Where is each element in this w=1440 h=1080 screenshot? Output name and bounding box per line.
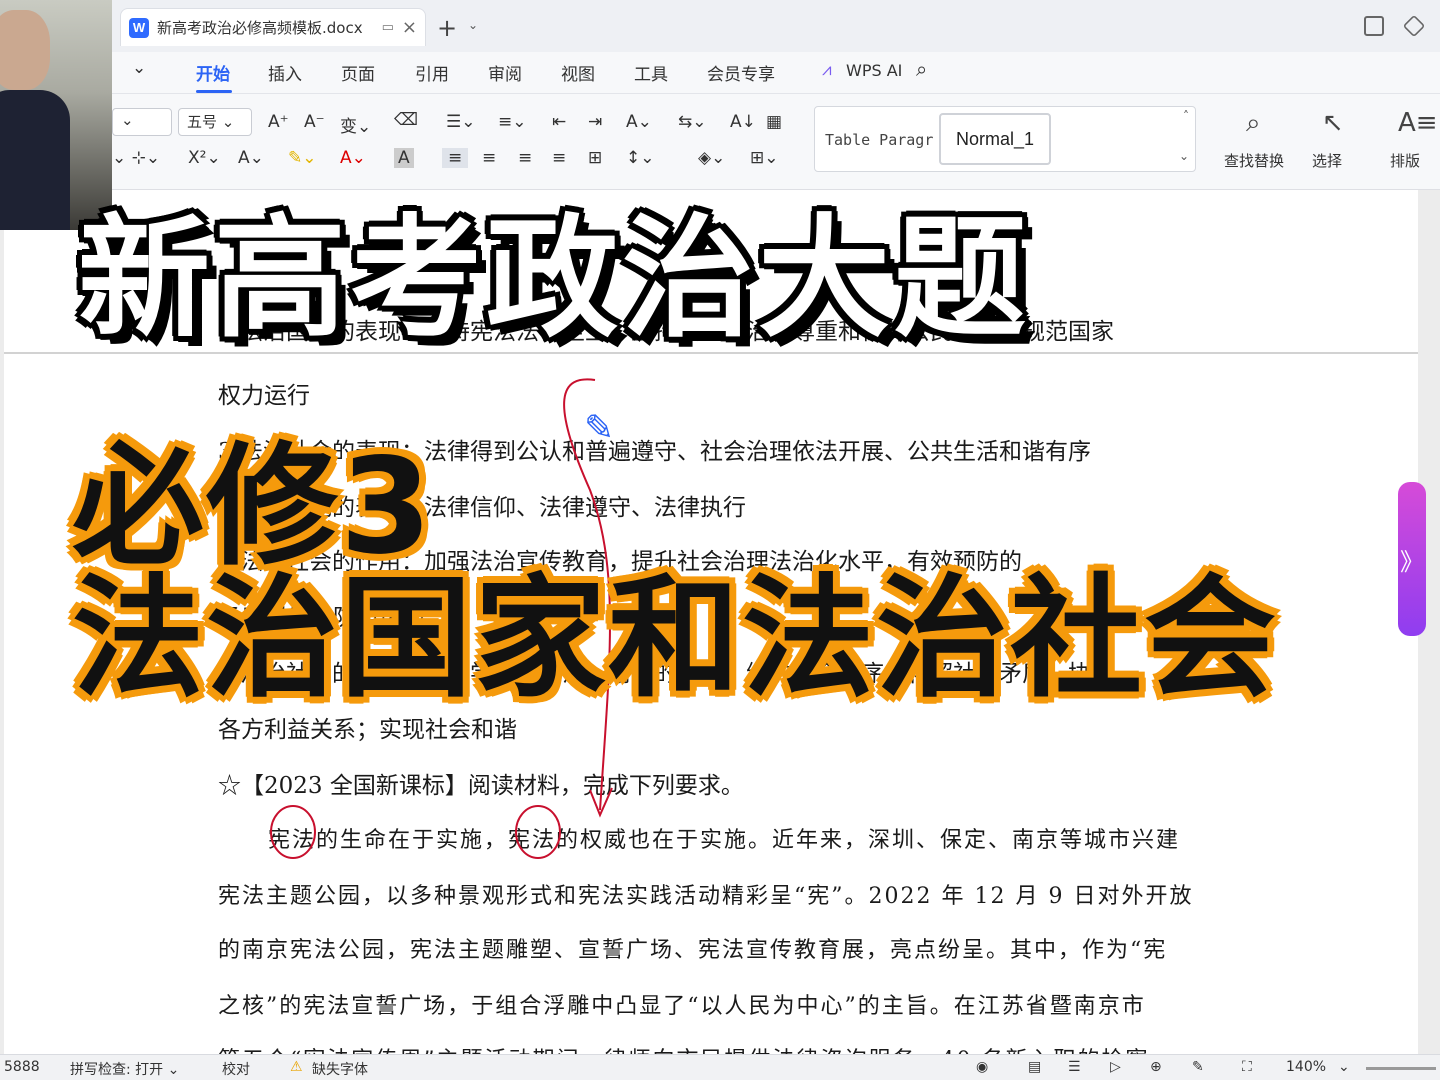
circle-annotation (270, 805, 316, 859)
menu-wps-ai[interactable]: WPS AI (846, 61, 902, 80)
align-left-icon[interactable]: ≡ (442, 148, 469, 168)
style-table-paragraph[interactable]: Table Paragr (825, 131, 933, 149)
line-break-icon[interactable]: ⇆⌄ (678, 112, 707, 132)
font-size-value: 五号 (187, 113, 218, 131)
fit-page-icon[interactable]: ⛶ (1242, 1059, 1252, 1075)
scroll-up-icon[interactable]: ˄ (1183, 109, 1189, 123)
text-effect-icon[interactable]: A⌄ (238, 148, 264, 168)
play-icon[interactable]: ▷ (1110, 1059, 1121, 1075)
font-name-select[interactable]: ⌄ (112, 108, 172, 136)
phonetic-guide-icon[interactable]: 变⌄ (340, 112, 371, 137)
line-spacing-icon[interactable]: ↕⌄ (626, 148, 655, 168)
page-view-icon[interactable]: ▤ (1028, 1059, 1041, 1075)
grow-font-icon[interactable]: A⁺ (268, 112, 289, 132)
zoom-slider[interactable] (1366, 1067, 1436, 1070)
superscript-icon[interactable]: X²⌄ (188, 148, 221, 168)
spell-check-label: 拼写检查: 打开 (70, 1062, 164, 1078)
select-button[interactable]: 选择 (1312, 150, 1342, 171)
proofread-button[interactable]: 校对 (222, 1059, 250, 1079)
missing-font-button[interactable]: 缺失字体 (312, 1059, 368, 1079)
select-cursor-icon[interactable]: ↖ (1322, 108, 1344, 138)
menu-tools[interactable]: 工具 (634, 60, 668, 85)
cube-icon[interactable] (1402, 14, 1426, 38)
find-replace-button[interactable]: 查找替换 (1224, 150, 1284, 171)
menu-review[interactable]: 审阅 (488, 60, 522, 85)
menu-page[interactable]: 页面 (341, 60, 375, 85)
font-color-icon[interactable]: A⌄ (340, 148, 366, 168)
status-bar: 5888 拼写检查: 打开 ⌄ 校对 ⚠ 缺失字体 ◉ ▤ ☰ ▷ ⊕ ✎ ⛶ … (0, 1054, 1440, 1080)
menu-member[interactable]: 会员专享 (707, 60, 775, 85)
title-bar: W 新高考政治必修高频模板.docx ▭ × + ⌄ (0, 0, 1440, 52)
text-direction-icon[interactable]: A⌄ (626, 112, 652, 132)
wps-ai-icon: ⩘ (822, 60, 832, 80)
new-tab-button[interactable]: + (437, 14, 457, 42)
presenter-head (0, 10, 50, 90)
side-panel-tab[interactable]: 》 (1398, 482, 1426, 636)
decrease-indent-icon[interactable]: ⇤ (552, 112, 566, 132)
pen-cursor-icon: ✎ (584, 408, 615, 449)
active-tab-indicator (196, 90, 232, 93)
align-center-icon[interactable]: ≡ (482, 148, 496, 168)
web-view-icon[interactable]: ⊕ (1150, 1059, 1162, 1075)
style-normal-1[interactable]: Normal_1 (939, 113, 1051, 165)
find-icon[interactable]: ⌕ (1246, 108, 1261, 139)
eraser-icon[interactable]: ⌫ (394, 110, 418, 130)
menu-view[interactable]: 视图 (561, 60, 595, 85)
layout-button[interactable]: 排版 (1390, 150, 1420, 171)
show-marks-icon[interactable]: ▦ (766, 112, 782, 132)
menu-home[interactable]: 开始 (196, 60, 230, 85)
monitor-icon[interactable]: ▭ (382, 20, 394, 35)
sidebar-toggle-icon[interactable] (1364, 16, 1384, 36)
overlay-title-line3: 法治国家和法治社会 (72, 562, 1278, 716)
warning-icon: ⚠ (290, 1059, 303, 1075)
wps-writer-icon: W (129, 17, 149, 38)
presenter-body (0, 90, 70, 230)
pen-mode-icon[interactable]: ✎ (1192, 1059, 1204, 1075)
font-size-select[interactable]: 五号 ⌄ (178, 108, 252, 136)
document-tab-title: 新高考政治必修高频模板.docx (157, 19, 363, 37)
search-icon[interactable]: ⌕ (916, 57, 927, 81)
strikethrough-icon[interactable]: ⌄ ⊹⌄ (112, 148, 160, 168)
zoom-level[interactable]: 140% (1286, 1059, 1326, 1075)
chevron-down-icon[interactable]: ⌄ (468, 18, 478, 32)
expand-panel-icon: 》 (1400, 547, 1424, 576)
layout-icon[interactable]: A≡ (1398, 108, 1438, 138)
close-tab-icon[interactable]: × (402, 17, 417, 38)
menu-references[interactable]: 引用 (415, 60, 449, 85)
outline-view-icon[interactable]: ☰ (1068, 1059, 1081, 1075)
sort-icon[interactable]: A↓ (730, 112, 756, 132)
char-shading-icon[interactable]: A (394, 148, 414, 168)
chevron-down-icon[interactable]: ⌄ (132, 58, 146, 78)
borders-icon[interactable]: ⊞⌄ (750, 148, 779, 168)
fill-color-icon[interactable]: ◈⌄ (698, 148, 725, 168)
expand-gallery-icon[interactable]: ⌄ (1179, 149, 1189, 163)
distributed-icon[interactable]: ⊞ (588, 148, 602, 168)
numbering-icon[interactable]: ≡⌄ (498, 112, 527, 132)
align-right-icon[interactable]: ≡ (518, 148, 532, 168)
increase-indent-icon[interactable]: ⇥ (588, 112, 602, 132)
highlight-icon[interactable]: ✎⌄ (288, 148, 317, 168)
overlay-title-line1: 新高考政治大题 (78, 202, 1030, 356)
shrink-font-icon[interactable]: A⁻ (304, 112, 325, 132)
bullets-icon[interactable]: ☰⌄ (446, 112, 475, 132)
document-tab[interactable]: W 新高考政治必修高频模板.docx ▭ × (120, 8, 426, 46)
justify-icon[interactable]: ≡ (552, 148, 566, 168)
ribbon-menu: ⌄ 开始 插入 页面 引用 审阅 视图 工具 会员专享 ⩘ WPS AI ⌕ (0, 52, 1440, 94)
spell-check-toggle[interactable]: 拼写检查: 打开 ⌄ (70, 1059, 179, 1079)
zoom-dropdown-icon[interactable]: ⌄ (1338, 1059, 1350, 1075)
style-gallery: Table Paragr Normal_1 ˄ ⌄ (814, 106, 1196, 172)
menu-insert[interactable]: 插入 (268, 60, 302, 85)
page-count: 5888 (4, 1059, 40, 1075)
circle-annotation (515, 805, 561, 859)
eye-icon[interactable]: ◉ (976, 1059, 988, 1075)
